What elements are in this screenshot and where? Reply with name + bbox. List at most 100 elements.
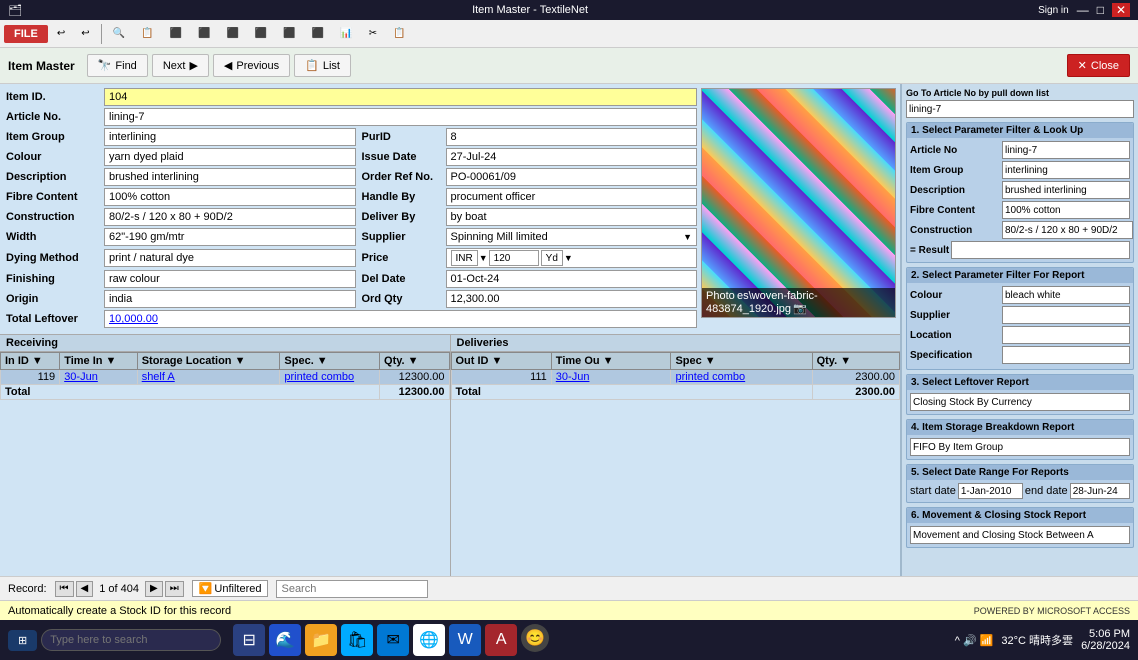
handle-by-value[interactable]: procument officer bbox=[446, 188, 698, 206]
app-taskview[interactable]: ⊟ bbox=[233, 624, 265, 656]
s2-location-select[interactable] bbox=[1002, 326, 1130, 344]
app-store[interactable]: 🛍 bbox=[341, 624, 373, 656]
item-group-value[interactable]: interlining bbox=[104, 128, 356, 146]
unit-dropdown[interactable]: ▼ bbox=[564, 253, 573, 263]
col-storage-location[interactable]: Storage Location ▼ bbox=[137, 353, 280, 370]
del-date-value[interactable]: 01-Oct-24 bbox=[446, 270, 698, 288]
list-button[interactable]: 📋 List bbox=[294, 54, 351, 77]
search-input[interactable] bbox=[276, 580, 428, 598]
item-id-value[interactable]: 104 bbox=[104, 88, 697, 106]
table-row[interactable]: 111 30-Jun printed combo 2300.00 bbox=[451, 370, 900, 385]
price-unit[interactable]: Yd bbox=[541, 250, 563, 266]
tb-btn7[interactable]: ⬛ bbox=[276, 25, 302, 42]
article-no-value[interactable]: lining-7 bbox=[104, 108, 697, 126]
find-button[interactable]: 🔭 Find bbox=[87, 54, 148, 77]
app-folder[interactable]: 📁 bbox=[305, 624, 337, 656]
taskbar-search[interactable] bbox=[41, 629, 221, 651]
s1-itemgroup-select[interactable]: interlining bbox=[1002, 161, 1130, 179]
col-qty[interactable]: Qty. ▼ bbox=[380, 353, 449, 370]
nav-last-button[interactable]: ⏭ bbox=[165, 581, 184, 597]
s2-colour-label: Colour bbox=[910, 290, 1000, 301]
app-mail[interactable]: ✉ bbox=[377, 624, 409, 656]
tb-btn10[interactable]: ✂ bbox=[362, 25, 384, 42]
tb-btn5[interactable]: ⬛ bbox=[219, 25, 245, 42]
dying-method-label: Dying Method bbox=[4, 251, 104, 265]
total-leftover-value[interactable]: 10,000.00 bbox=[104, 310, 697, 328]
close-button[interactable]: ✕ Close bbox=[1067, 54, 1130, 77]
file-button[interactable]: FILE bbox=[4, 25, 48, 43]
col-in-id[interactable]: In ID ▼ bbox=[1, 353, 60, 370]
currency-dropdown[interactable]: ▼ bbox=[479, 253, 488, 263]
deliver-by-value[interactable]: by boat bbox=[446, 208, 698, 226]
app-other[interactable]: 😊 bbox=[521, 624, 549, 652]
unfiltered-button[interactable]: 🔽 Unfiltered bbox=[192, 580, 269, 597]
previous-button[interactable]: ◀ Previous bbox=[213, 54, 290, 77]
col-spec[interactable]: Spec. ▼ bbox=[280, 353, 380, 370]
issue-date-value[interactable]: 27-Jul-24 bbox=[446, 148, 698, 166]
nav-prev-button[interactable]: ◀ bbox=[76, 581, 94, 597]
col-del-qty[interactable]: Qty. ▼ bbox=[812, 353, 899, 370]
dying-method-value[interactable]: print / natural dye bbox=[104, 249, 356, 267]
pur-id-value[interactable]: 8 bbox=[446, 128, 698, 146]
next-button[interactable]: Next ▶ bbox=[152, 54, 209, 77]
price-currency[interactable]: INR bbox=[451, 250, 478, 266]
photo-icon[interactable]: 📷 bbox=[793, 303, 807, 315]
col-del-spec[interactable]: Spec ▼ bbox=[671, 353, 812, 370]
tb-redo[interactable]: ↩ bbox=[74, 25, 96, 42]
s1-article-select[interactable]: lining-7 bbox=[1002, 141, 1130, 159]
nav-controls[interactable]: ⏮ ◀ 1 of 404 ▶ ⏭ bbox=[55, 581, 184, 597]
end-date-input[interactable] bbox=[1070, 483, 1130, 499]
nav-next-button[interactable]: ▶ bbox=[145, 581, 163, 597]
price-amount[interactable]: 120 bbox=[489, 250, 539, 266]
supplier-value[interactable]: Spinning Mill limited ▼ bbox=[446, 228, 698, 246]
order-ref-value[interactable]: PO-00061/09 bbox=[446, 168, 698, 186]
s2-specification-select[interactable] bbox=[1002, 346, 1130, 364]
tb-btn9[interactable]: 📊 bbox=[333, 25, 359, 42]
origin-value[interactable]: india bbox=[104, 290, 356, 308]
section4-select[interactable]: FIFO By Item Group bbox=[910, 438, 1130, 456]
tb-btn1[interactable]: 🔍 bbox=[106, 25, 132, 42]
s1-result-select[interactable] bbox=[951, 241, 1130, 259]
ord-qty-value[interactable]: 12,300.00 bbox=[446, 290, 698, 308]
s1-description-select[interactable]: brushed interlining bbox=[1002, 181, 1130, 199]
close-window-button[interactable]: ✕ bbox=[1112, 3, 1130, 17]
price-row[interactable]: INR ▼ 120 Yd ▼ bbox=[446, 248, 698, 268]
fibre-content-value[interactable]: 100% cotton bbox=[104, 188, 356, 206]
col-out-id[interactable]: Out ID ▼ bbox=[451, 353, 551, 370]
tb-btn3[interactable]: ⬛ bbox=[163, 25, 189, 42]
construction-value[interactable]: 80/2-s / 120 x 80 + 90D/2 bbox=[104, 208, 356, 226]
s1-result-row: = Result bbox=[910, 241, 1130, 259]
width-value[interactable]: 62"-190 gm/mtr bbox=[104, 228, 356, 246]
start-date-input[interactable] bbox=[958, 483, 1023, 499]
app-word[interactable]: W bbox=[449, 624, 481, 656]
title-bar-controls-right[interactable]: Sign in — □ ✕ bbox=[1038, 3, 1130, 17]
del-total-label: Total bbox=[451, 385, 812, 400]
supplier-dropdown-icon[interactable]: ▼ bbox=[683, 232, 692, 242]
table-row[interactable]: 119 30-Jun shelf A printed combo 12300.0… bbox=[1, 370, 450, 385]
tb-btn4[interactable]: ⬛ bbox=[191, 25, 217, 42]
description-value[interactable]: brushed interlining bbox=[104, 168, 356, 186]
tb-btn11[interactable]: 📋 bbox=[386, 25, 412, 42]
app-access[interactable]: A bbox=[485, 624, 517, 656]
start-button[interactable]: ⊞ bbox=[8, 630, 37, 651]
section3-select[interactable]: Closing Stock By Currency bbox=[910, 393, 1130, 411]
app-chrome[interactable]: 🌐 bbox=[413, 624, 445, 656]
tb-btn2[interactable]: 📋 bbox=[134, 25, 160, 42]
app-edge[interactable]: 🌊 bbox=[269, 624, 301, 656]
minimize-button[interactable]: — bbox=[1077, 3, 1089, 17]
col-time-in[interactable]: Time In ▼ bbox=[60, 353, 138, 370]
finishing-value[interactable]: raw colour bbox=[104, 270, 356, 288]
tb-btn8[interactable]: ⬛ bbox=[305, 25, 331, 42]
nav-first-button[interactable]: ⏮ bbox=[55, 581, 74, 597]
s1-fibre-select[interactable]: 100% cotton bbox=[1002, 201, 1130, 219]
tb-btn6[interactable]: ⬛ bbox=[248, 25, 274, 42]
colour-value[interactable]: yarn dyed plaid bbox=[104, 148, 356, 166]
s2-supplier-select[interactable] bbox=[1002, 306, 1130, 324]
s2-colour-select[interactable]: bleach white bbox=[1002, 286, 1130, 304]
restore-button[interactable]: □ bbox=[1097, 3, 1104, 17]
section6-select[interactable]: Movement and Closing Stock Between A bbox=[910, 526, 1130, 544]
tb-undo[interactable]: ↩ bbox=[50, 25, 72, 42]
go-to-select[interactable]: lining-7 bbox=[906, 100, 1134, 118]
s1-construction-select[interactable]: 80/2-s / 120 x 80 + 90D/2 bbox=[1002, 221, 1133, 239]
col-time-out[interactable]: Time Ou ▼ bbox=[551, 353, 671, 370]
